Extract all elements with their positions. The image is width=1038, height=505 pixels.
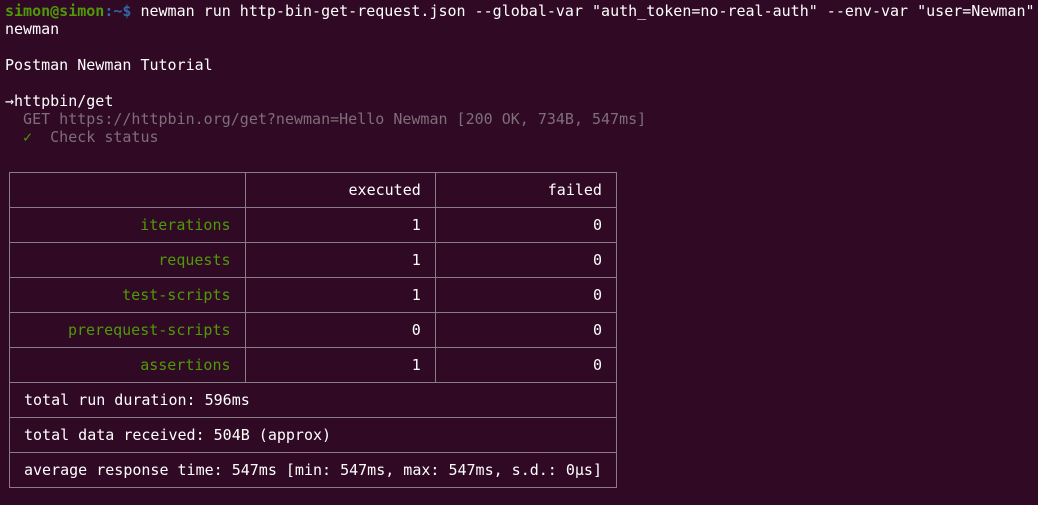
table-row: total run duration: 596ms (9, 382, 617, 418)
executed-value: 1 (244, 277, 436, 313)
command-text: newman run http-bin-get-request.json --g… (140, 2, 1035, 20)
executed-value: 1 (244, 347, 436, 383)
table-row: iterations 1 0 (9, 207, 617, 243)
request-line: GET https://httpbin.org/get?newman=Hello… (5, 110, 647, 128)
assertion-line: ✓ Check status (5, 128, 1038, 146)
table-row: average response time: 547ms [min: 547ms… (9, 452, 617, 488)
failed-value: 0 (434, 207, 617, 243)
prompt-path: :~$ (104, 2, 141, 20)
row-label: iterations (9, 207, 246, 243)
command-line: simon@simon:~$ newman run http-bin-get-r… (5, 2, 1038, 20)
assertion-text: Check status (32, 128, 159, 146)
row-label: test-scripts (9, 277, 246, 313)
table-row: test-scripts 1 0 (9, 277, 617, 313)
table-corner-cell (9, 172, 246, 208)
row-label: assertions (9, 347, 246, 383)
prompt-user: simon@simon (5, 2, 105, 20)
executed-value: 1 (244, 242, 436, 278)
failed-value: 0 (434, 242, 617, 278)
failed-value: 0 (434, 347, 617, 383)
terminal-window[interactable]: simon@simon:~$ newman run http-bin-get-r… (0, 0, 1038, 505)
summary-table: executed failed iterations 1 0 requests … (9, 172, 617, 488)
average-response-time: average response time: 547ms [min: 547ms… (9, 452, 617, 488)
request-heading: →httpbin/get (5, 92, 1038, 110)
executed-value: 1 (244, 207, 436, 243)
table-row: total data received: 504B (approx) (9, 417, 617, 453)
table-row: prerequest-scripts 0 0 (9, 312, 617, 348)
check-icon: ✓ (5, 128, 33, 146)
executed-value: 0 (244, 312, 436, 348)
table-row: requests 1 0 (9, 242, 617, 278)
failed-value: 0 (434, 312, 617, 348)
table-row: assertions 1 0 (9, 347, 617, 383)
run-duration: total run duration: 596ms (9, 382, 617, 418)
collection-name: Postman Newman Tutorial (5, 56, 213, 74)
column-header-executed: executed (244, 172, 436, 208)
request-name: httpbin/get (14, 92, 114, 110)
row-label: prerequest-scripts (9, 312, 246, 348)
output-tool-name: newman (5, 20, 60, 38)
arrow-icon: → (5, 92, 15, 110)
failed-value: 0 (434, 277, 617, 313)
data-received: total data received: 504B (approx) (9, 417, 617, 453)
table-header-row: executed failed (9, 172, 617, 208)
column-header-failed: failed (434, 172, 617, 208)
row-label: requests (9, 242, 246, 278)
